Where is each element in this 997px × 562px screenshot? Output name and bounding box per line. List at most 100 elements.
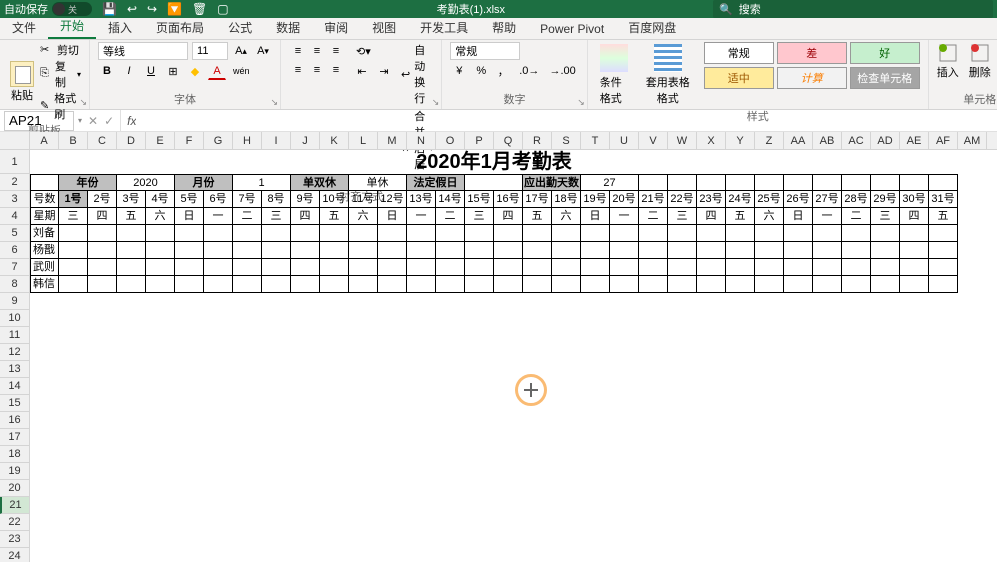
cell[interactable]: 三 bbox=[465, 208, 494, 225]
cell-styles-gallery[interactable]: 常规 差 好 适中 计算 检查单元格 bbox=[704, 42, 920, 108]
cell[interactable]: 三 bbox=[668, 208, 697, 225]
column-header[interactable]: A bbox=[30, 132, 59, 149]
cell[interactable] bbox=[552, 242, 581, 259]
cell[interactable] bbox=[581, 276, 610, 293]
column-header[interactable]: J bbox=[291, 132, 320, 149]
cell[interactable] bbox=[407, 276, 436, 293]
cell[interactable] bbox=[784, 276, 813, 293]
number-format-select[interactable] bbox=[450, 42, 520, 60]
column-header[interactable]: Q bbox=[494, 132, 523, 149]
cell[interactable] bbox=[784, 259, 813, 276]
tab-data[interactable]: 数据 bbox=[264, 16, 312, 39]
cell[interactable] bbox=[175, 242, 204, 259]
cell[interactable] bbox=[117, 276, 146, 293]
column-header[interactable]: B bbox=[59, 132, 88, 149]
cell[interactable] bbox=[755, 225, 784, 242]
cell[interactable]: 15号 bbox=[465, 191, 494, 208]
column-header[interactable]: S bbox=[552, 132, 581, 149]
column-header[interactable]: U bbox=[610, 132, 639, 149]
cell[interactable] bbox=[407, 225, 436, 242]
cell[interactable] bbox=[88, 259, 117, 276]
filter-icon[interactable]: 🔽 bbox=[167, 2, 182, 16]
cell[interactable]: 六 bbox=[349, 208, 378, 225]
cell[interactable] bbox=[262, 259, 291, 276]
column-header[interactable]: W bbox=[668, 132, 697, 149]
row-header[interactable]: 11 bbox=[0, 327, 29, 344]
cell[interactable] bbox=[59, 242, 88, 259]
row-header[interactable]: 17 bbox=[0, 429, 29, 446]
cell[interactable]: 年份 bbox=[59, 174, 117, 191]
cell[interactable] bbox=[871, 225, 900, 242]
delete-cells-button[interactable]: 删除 bbox=[969, 42, 991, 80]
cell[interactable]: 日 bbox=[581, 208, 610, 225]
cell[interactable] bbox=[813, 225, 842, 242]
row-header[interactable]: 5 bbox=[0, 225, 29, 242]
cell[interactable] bbox=[349, 259, 378, 276]
cell[interactable] bbox=[871, 276, 900, 293]
cell[interactable]: 杨戬 bbox=[30, 242, 59, 259]
cell[interactable]: 14号 bbox=[436, 191, 465, 208]
cell[interactable]: 三 bbox=[262, 208, 291, 225]
cell[interactable]: 月份 bbox=[175, 174, 233, 191]
cell[interactable] bbox=[262, 242, 291, 259]
cell[interactable] bbox=[726, 242, 755, 259]
align-launcher-icon[interactable]: ↘ bbox=[432, 97, 440, 108]
cell[interactable] bbox=[900, 276, 929, 293]
cell[interactable] bbox=[233, 225, 262, 242]
column-header[interactable]: AC bbox=[842, 132, 871, 149]
cell[interactable] bbox=[349, 276, 378, 293]
cell[interactable]: 日 bbox=[175, 208, 204, 225]
cell[interactable]: 30号 bbox=[900, 191, 929, 208]
cell[interactable] bbox=[320, 242, 349, 259]
fx-icon[interactable]: fx bbox=[127, 114, 136, 128]
cell[interactable]: 四 bbox=[697, 208, 726, 225]
cell[interactable]: 一 bbox=[813, 208, 842, 225]
cell[interactable]: 三 bbox=[59, 208, 88, 225]
fill-color-button[interactable]: ◆ bbox=[186, 62, 204, 80]
cell[interactable] bbox=[146, 225, 175, 242]
cell[interactable]: 5号 bbox=[175, 191, 204, 208]
cell[interactable] bbox=[871, 242, 900, 259]
column-header[interactable]: AD bbox=[871, 132, 900, 149]
style-check[interactable]: 检查单元格 bbox=[850, 67, 920, 89]
cell[interactable]: 一 bbox=[407, 208, 436, 225]
insert-cells-button[interactable]: 插入 bbox=[937, 42, 959, 80]
row-header[interactable]: 19 bbox=[0, 463, 29, 480]
style-normal[interactable]: 常规 bbox=[704, 42, 774, 64]
row-header[interactable]: 3 bbox=[0, 191, 29, 208]
cell[interactable]: 六 bbox=[755, 208, 784, 225]
align-bottom-button[interactable]: ≡ bbox=[327, 42, 345, 60]
border-button[interactable]: ⊞ bbox=[164, 62, 182, 80]
cell[interactable] bbox=[262, 225, 291, 242]
cell[interactable] bbox=[262, 276, 291, 293]
row-header[interactable]: 12 bbox=[0, 344, 29, 361]
style-bad[interactable]: 差 bbox=[777, 42, 847, 64]
cell[interactable] bbox=[436, 276, 465, 293]
format-painter-button[interactable]: ✎格式刷 bbox=[40, 90, 81, 122]
cell[interactable]: 一 bbox=[204, 208, 233, 225]
column-header[interactable]: X bbox=[697, 132, 726, 149]
cell[interactable]: 20号 bbox=[610, 191, 639, 208]
cell[interactable]: 13号 bbox=[407, 191, 436, 208]
save-icon[interactable]: 💾 bbox=[102, 2, 117, 16]
cell[interactable] bbox=[320, 276, 349, 293]
indent-inc-button[interactable]: ⇥ bbox=[375, 62, 393, 80]
cell[interactable]: 单双休 bbox=[291, 174, 349, 191]
cell[interactable] bbox=[668, 225, 697, 242]
row-header[interactable]: 14 bbox=[0, 378, 29, 395]
cell[interactable] bbox=[900, 225, 929, 242]
cell[interactable] bbox=[900, 242, 929, 259]
cell[interactable] bbox=[697, 174, 726, 191]
cell[interactable]: 武则天 bbox=[30, 259, 59, 276]
cell[interactable]: 22号 bbox=[668, 191, 697, 208]
cell[interactable] bbox=[639, 242, 668, 259]
cell[interactable] bbox=[697, 242, 726, 259]
cell[interactable] bbox=[59, 225, 88, 242]
cell[interactable]: 五 bbox=[929, 208, 958, 225]
cell[interactable] bbox=[494, 225, 523, 242]
row-header[interactable]: 23 bbox=[0, 531, 29, 548]
cell[interactable]: 日 bbox=[784, 208, 813, 225]
align-top-button[interactable]: ≡ bbox=[289, 42, 307, 60]
cell[interactable] bbox=[349, 225, 378, 242]
tab-help[interactable]: 帮助 bbox=[480, 16, 528, 39]
